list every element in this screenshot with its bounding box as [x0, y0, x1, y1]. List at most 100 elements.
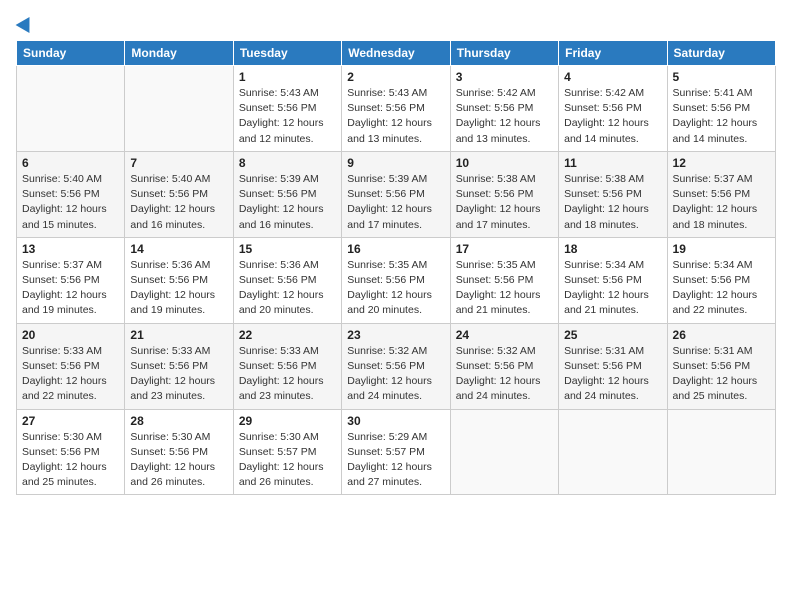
calendar-cell: 30 Sunrise: 5:29 AM Sunset: 5:57 PM Dayli…: [342, 409, 450, 495]
calendar-cell: 9 Sunrise: 5:39 AM Sunset: 5:56 PM Daylig…: [342, 151, 450, 237]
calendar-cell: 10 Sunrise: 5:38 AM Sunset: 5:56 PM Dayli…: [450, 151, 558, 237]
logo-triangle-icon: [16, 13, 37, 33]
day-number: 23: [347, 328, 444, 342]
day-number: 30: [347, 414, 444, 428]
day-number: 7: [130, 156, 227, 170]
calendar-cell: [559, 409, 667, 495]
day-number: 29: [239, 414, 336, 428]
day-detail: Sunrise: 5:36 AM Sunset: 5:56 PM Dayligh…: [130, 258, 227, 319]
calendar-row-4: 20 Sunrise: 5:33 AM Sunset: 5:56 PM Dayli…: [17, 323, 776, 409]
day-detail: Sunrise: 5:38 AM Sunset: 5:56 PM Dayligh…: [564, 172, 661, 233]
day-detail: Sunrise: 5:35 AM Sunset: 5:56 PM Dayligh…: [456, 258, 553, 319]
weekday-header-monday: Monday: [125, 41, 233, 66]
calendar-row-5: 27 Sunrise: 5:30 AM Sunset: 5:56 PM Dayli…: [17, 409, 776, 495]
day-detail: Sunrise: 5:42 AM Sunset: 5:56 PM Dayligh…: [564, 86, 661, 147]
day-detail: Sunrise: 5:34 AM Sunset: 5:56 PM Dayligh…: [564, 258, 661, 319]
day-number: 22: [239, 328, 336, 342]
day-number: 24: [456, 328, 553, 342]
day-detail: Sunrise: 5:39 AM Sunset: 5:56 PM Dayligh…: [239, 172, 336, 233]
weekday-header-tuesday: Tuesday: [233, 41, 341, 66]
day-number: 5: [673, 70, 770, 84]
day-number: 16: [347, 242, 444, 256]
day-detail: Sunrise: 5:39 AM Sunset: 5:56 PM Dayligh…: [347, 172, 444, 233]
day-detail: Sunrise: 5:41 AM Sunset: 5:56 PM Dayligh…: [673, 86, 770, 147]
calendar-cell: 3Sunrise: 5:42 AM Sunset: 5:56 PM Daylig…: [450, 66, 558, 152]
day-number: 25: [564, 328, 661, 342]
day-number: 10: [456, 156, 553, 170]
day-detail: Sunrise: 5:30 AM Sunset: 5:56 PM Dayligh…: [130, 430, 227, 491]
weekday-header-wednesday: Wednesday: [342, 41, 450, 66]
calendar-cell: 16 Sunrise: 5:35 AM Sunset: 5:56 PM Dayli…: [342, 237, 450, 323]
day-number: 20: [22, 328, 119, 342]
calendar-cell: 4Sunrise: 5:42 AM Sunset: 5:56 PM Daylig…: [559, 66, 667, 152]
weekday-header-row: SundayMondayTuesdayWednesdayThursdayFrid…: [17, 41, 776, 66]
calendar-row-3: 13 Sunrise: 5:37 AM Sunset: 5:56 PM Dayli…: [17, 237, 776, 323]
weekday-header-saturday: Saturday: [667, 41, 775, 66]
day-number: 11: [564, 156, 661, 170]
day-number: 1: [239, 70, 336, 84]
calendar-cell: 20 Sunrise: 5:33 AM Sunset: 5:56 PM Dayli…: [17, 323, 125, 409]
weekday-header-sunday: Sunday: [17, 41, 125, 66]
day-number: 9: [347, 156, 444, 170]
day-detail: Sunrise: 5:35 AM Sunset: 5:56 PM Dayligh…: [347, 258, 444, 319]
calendar-row-1: 1 Sunrise: 5:43 AM Sunset: 5:56 PM Daylig…: [17, 66, 776, 152]
calendar-cell: 8 Sunrise: 5:39 AM Sunset: 5:56 PM Daylig…: [233, 151, 341, 237]
day-number: 17: [456, 242, 553, 256]
calendar-cell: 29 Sunrise: 5:30 AM Sunset: 5:57 PM Dayli…: [233, 409, 341, 495]
day-detail: Sunrise: 5:30 AM Sunset: 5:56 PM Dayligh…: [22, 430, 119, 491]
day-number: 13: [22, 242, 119, 256]
day-number: 12: [673, 156, 770, 170]
day-number: 8: [239, 156, 336, 170]
calendar-cell: 28 Sunrise: 5:30 AM Sunset: 5:56 PM Dayli…: [125, 409, 233, 495]
calendar-cell: [450, 409, 558, 495]
calendar-cell: 23 Sunrise: 5:32 AM Sunset: 5:56 PM Dayli…: [342, 323, 450, 409]
day-detail: Sunrise: 5:38 AM Sunset: 5:56 PM Dayligh…: [456, 172, 553, 233]
calendar-cell: 13 Sunrise: 5:37 AM Sunset: 5:56 PM Dayli…: [17, 237, 125, 323]
day-detail: Sunrise: 5:29 AM Sunset: 5:57 PM Dayligh…: [347, 430, 444, 491]
calendar-cell: 11 Sunrise: 5:38 AM Sunset: 5:56 PM Dayli…: [559, 151, 667, 237]
logo: [16, 16, 34, 30]
calendar-table: SundayMondayTuesdayWednesdayThursdayFrid…: [16, 40, 776, 495]
day-detail: Sunrise: 5:33 AM Sunset: 5:56 PM Dayligh…: [239, 344, 336, 405]
day-detail: Sunrise: 5:37 AM Sunset: 5:56 PM Dayligh…: [22, 258, 119, 319]
day-number: 26: [673, 328, 770, 342]
day-detail: Sunrise: 5:40 AM Sunset: 5:56 PM Dayligh…: [22, 172, 119, 233]
calendar-cell: 12Sunrise: 5:37 AM Sunset: 5:56 PM Dayli…: [667, 151, 775, 237]
day-detail: Sunrise: 5:32 AM Sunset: 5:56 PM Dayligh…: [456, 344, 553, 405]
day-number: 18: [564, 242, 661, 256]
calendar-cell: 27 Sunrise: 5:30 AM Sunset: 5:56 PM Dayli…: [17, 409, 125, 495]
calendar-cell: [667, 409, 775, 495]
header: [16, 16, 776, 30]
calendar-cell: 25Sunrise: 5:31 AM Sunset: 5:56 PM Dayli…: [559, 323, 667, 409]
day-detail: Sunrise: 5:43 AM Sunset: 5:56 PM Dayligh…: [347, 86, 444, 147]
calendar-cell: [17, 66, 125, 152]
day-detail: Sunrise: 5:31 AM Sunset: 5:56 PM Dayligh…: [673, 344, 770, 405]
calendar-cell: 1 Sunrise: 5:43 AM Sunset: 5:56 PM Daylig…: [233, 66, 341, 152]
calendar-cell: 15Sunrise: 5:36 AM Sunset: 5:56 PM Dayli…: [233, 237, 341, 323]
calendar-cell: 17 Sunrise: 5:35 AM Sunset: 5:56 PM Dayli…: [450, 237, 558, 323]
calendar-cell: 2 Sunrise: 5:43 AM Sunset: 5:56 PM Daylig…: [342, 66, 450, 152]
weekday-header-friday: Friday: [559, 41, 667, 66]
day-detail: Sunrise: 5:33 AM Sunset: 5:56 PM Dayligh…: [22, 344, 119, 405]
calendar-cell: 5 Sunrise: 5:41 AM Sunset: 5:56 PM Daylig…: [667, 66, 775, 152]
day-number: 15: [239, 242, 336, 256]
day-detail: Sunrise: 5:43 AM Sunset: 5:56 PM Dayligh…: [239, 86, 336, 147]
weekday-header-thursday: Thursday: [450, 41, 558, 66]
day-detail: Sunrise: 5:32 AM Sunset: 5:56 PM Dayligh…: [347, 344, 444, 405]
day-number: 3: [456, 70, 553, 84]
calendar-cell: 22 Sunrise: 5:33 AM Sunset: 5:56 PM Dayli…: [233, 323, 341, 409]
day-number: 6: [22, 156, 119, 170]
day-number: 21: [130, 328, 227, 342]
calendar-cell: 24 Sunrise: 5:32 AM Sunset: 5:56 PM Dayli…: [450, 323, 558, 409]
calendar-row-2: 6 Sunrise: 5:40 AM Sunset: 5:56 PM Daylig…: [17, 151, 776, 237]
day-number: 2: [347, 70, 444, 84]
day-detail: Sunrise: 5:30 AM Sunset: 5:57 PM Dayligh…: [239, 430, 336, 491]
calendar-cell: 18 Sunrise: 5:34 AM Sunset: 5:56 PM Dayli…: [559, 237, 667, 323]
calendar-cell: [125, 66, 233, 152]
calendar-cell: 6 Sunrise: 5:40 AM Sunset: 5:56 PM Daylig…: [17, 151, 125, 237]
day-number: 19: [673, 242, 770, 256]
day-number: 27: [22, 414, 119, 428]
calendar-cell: 19Sunrise: 5:34 AM Sunset: 5:56 PM Dayli…: [667, 237, 775, 323]
calendar-cell: 14Sunrise: 5:36 AM Sunset: 5:56 PM Dayli…: [125, 237, 233, 323]
day-number: 28: [130, 414, 227, 428]
